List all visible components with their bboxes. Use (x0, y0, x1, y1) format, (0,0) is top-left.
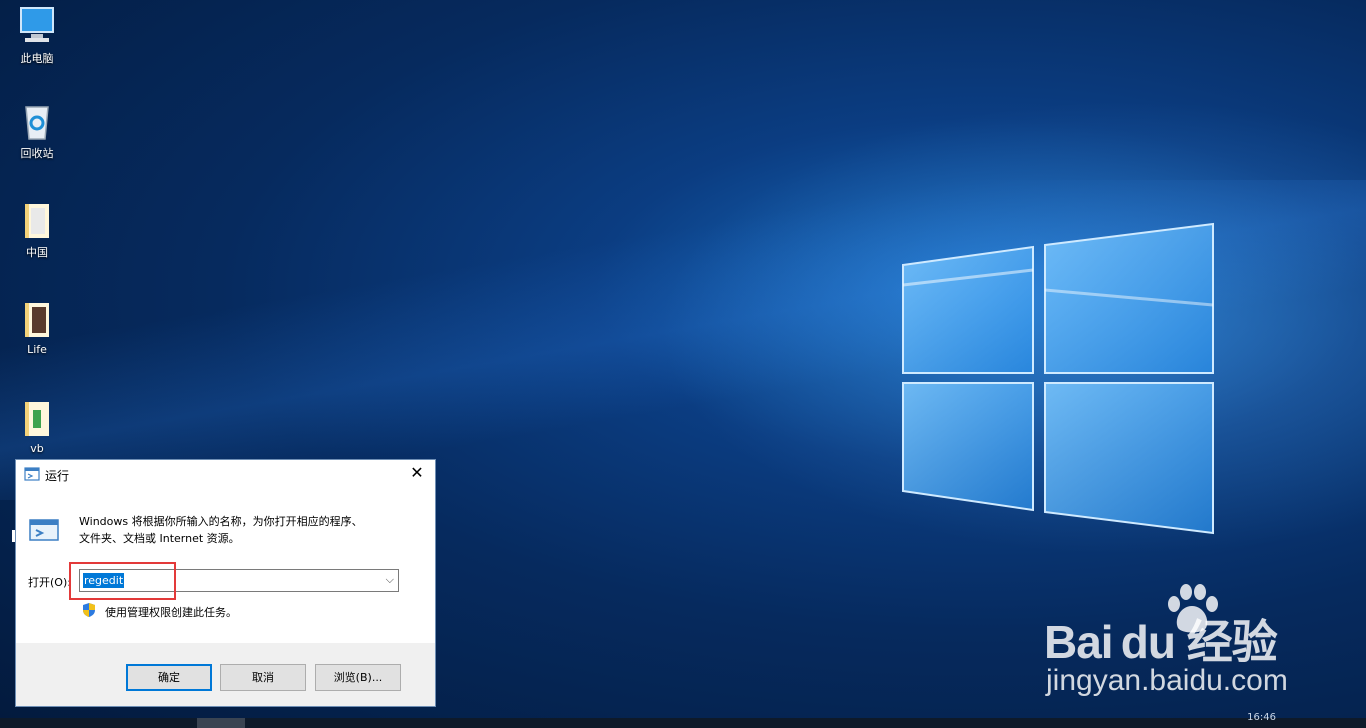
desktop-icon-folder-china[interactable]: 中国 (8, 198, 66, 260)
command-input[interactable]: regedit (83, 573, 125, 588)
command-combobox[interactable]: regedit ⌵ (79, 569, 399, 592)
run-dialog: 运行 ✕ Windows 将根据你所输入的名称，为你打开相应的程序、 文件夹、文… (15, 459, 436, 707)
desktop-icon-label: 中国 (26, 246, 48, 259)
run-program-icon (29, 519, 59, 541)
folder-icon (17, 198, 57, 240)
dialog-body: Windows 将根据你所输入的名称，为你打开相应的程序、 文件夹、文档或 In… (16, 488, 435, 643)
folder-icon (17, 297, 57, 339)
cancel-button[interactable]: 取消 (220, 664, 306, 691)
taskbar-clock[interactable]: 16:46 (1247, 712, 1276, 723)
desktop-icon-recycle-bin[interactable]: 回收站 (8, 99, 66, 161)
close-button[interactable]: ✕ (407, 464, 427, 484)
watermark-brand: Bai du 经验 (1044, 616, 1278, 668)
dialog-titlebar[interactable]: 运行 ✕ (16, 460, 435, 488)
open-label: 打开(O): (28, 576, 71, 589)
computer-icon (17, 4, 57, 46)
uac-shield-icon (83, 603, 95, 617)
dialog-description: Windows 将根据你所输入的名称，为你打开相应的程序、 文件夹、文档或 In… (79, 513, 363, 547)
run-icon (24, 467, 40, 481)
desktop-icon-label: 回收站 (20, 147, 54, 160)
watermark-url: jingyan.baidu.com (1046, 664, 1288, 697)
dialog-title: 运行 (45, 469, 70, 483)
description-line-1: Windows 将根据你所输入的名称，为你打开相应的程序、 (79, 515, 363, 528)
desktop-icon-label: 此电脑 (20, 52, 54, 65)
browse-button[interactable]: 浏览(B)... (315, 664, 401, 691)
taskbar: 16:46 (0, 712, 1366, 728)
chevron-down-icon[interactable]: ⌵ (386, 573, 394, 587)
desktop-icon-folder-life[interactable]: Life (8, 297, 66, 356)
desktop-icon-this-pc[interactable]: 此电脑 (8, 4, 66, 66)
folder-icon (17, 396, 57, 438)
taskbar-active-app[interactable] (197, 718, 245, 728)
desktop-icon-label: Life (27, 343, 47, 356)
desktop-icon-label: vb (30, 442, 44, 455)
desktop-icon-folder-vb[interactable]: vb (8, 396, 66, 455)
admin-note-text: 使用管理权限创建此任务。 (105, 606, 237, 619)
ok-button[interactable]: 确定 (126, 664, 212, 691)
recycle-bin-icon (17, 99, 57, 141)
dialog-footer: 确定 取消 浏览(B)... (16, 643, 435, 706)
description-line-2: 文件夹、文档或 Internet 资源。 (79, 532, 240, 545)
baidu-watermark: Bai du 经验 jingyan.baidu.com (1044, 584, 1304, 704)
